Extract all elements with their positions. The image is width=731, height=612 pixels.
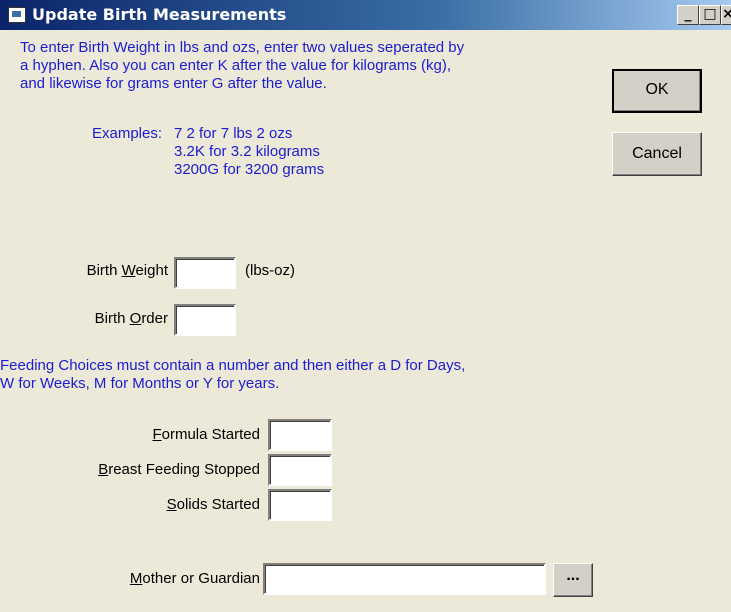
window-title: Update Birth Measurements (32, 5, 287, 24)
cancel-button[interactable]: Cancel (612, 132, 702, 176)
birth-order-label: Birth Order (94, 310, 168, 327)
birth-weight-unit: (lbs-oz) (245, 262, 296, 279)
intro-line-2: a hyphen. Also you can enter K after the… (20, 57, 452, 74)
intro-line-3: and likewise for grams enter G after the… (20, 75, 327, 92)
feeding-note-line-1: Feeding Choices must contain a number an… (0, 357, 466, 374)
formula-started-input[interactable] (268, 419, 332, 451)
breast-feeding-stopped-label: Breast Feeding Stopped (98, 461, 260, 478)
update-birth-measurements-dialog: Update Birth Measurements _ □ × To enter… (0, 0, 731, 612)
birth-weight-label: Birth Weight (86, 262, 168, 279)
solids-started-label: Solids Started (166, 496, 260, 513)
feeding-note-line-2: W for Weeks, M for Months or Y for years… (0, 375, 280, 392)
formula-started-label: Formula Started (152, 426, 260, 443)
examples-label: Examples: (92, 125, 163, 142)
intro-line-1: To enter Birth Weight in lbs and ozs, en… (20, 39, 465, 56)
birth-order-input[interactable] (174, 304, 236, 336)
example-3: 3200G for 3200 grams (174, 161, 325, 178)
app-icon (8, 7, 26, 23)
birth-weight-input[interactable] (174, 257, 236, 289)
example-2: 3.2K for 3.2 kilograms (174, 143, 320, 160)
mother-guardian-label: Mother or Guardian (129, 570, 260, 587)
solids-started-input[interactable] (268, 489, 332, 521)
title-bar: Update Birth Measurements _ □ × (0, 0, 731, 30)
example-1: 7 2 for 7 lbs 2 ozs (174, 125, 293, 142)
ok-button[interactable]: OK (612, 69, 702, 113)
mother-guardian-input[interactable] (263, 563, 546, 595)
maximize-button[interactable]: □ (699, 5, 721, 25)
close-button[interactable]: × (721, 5, 731, 25)
breast-feeding-stopped-input[interactable] (268, 454, 332, 486)
browse-guardian-button[interactable]: ... (553, 563, 593, 597)
minimize-button[interactable]: _ (677, 5, 699, 25)
